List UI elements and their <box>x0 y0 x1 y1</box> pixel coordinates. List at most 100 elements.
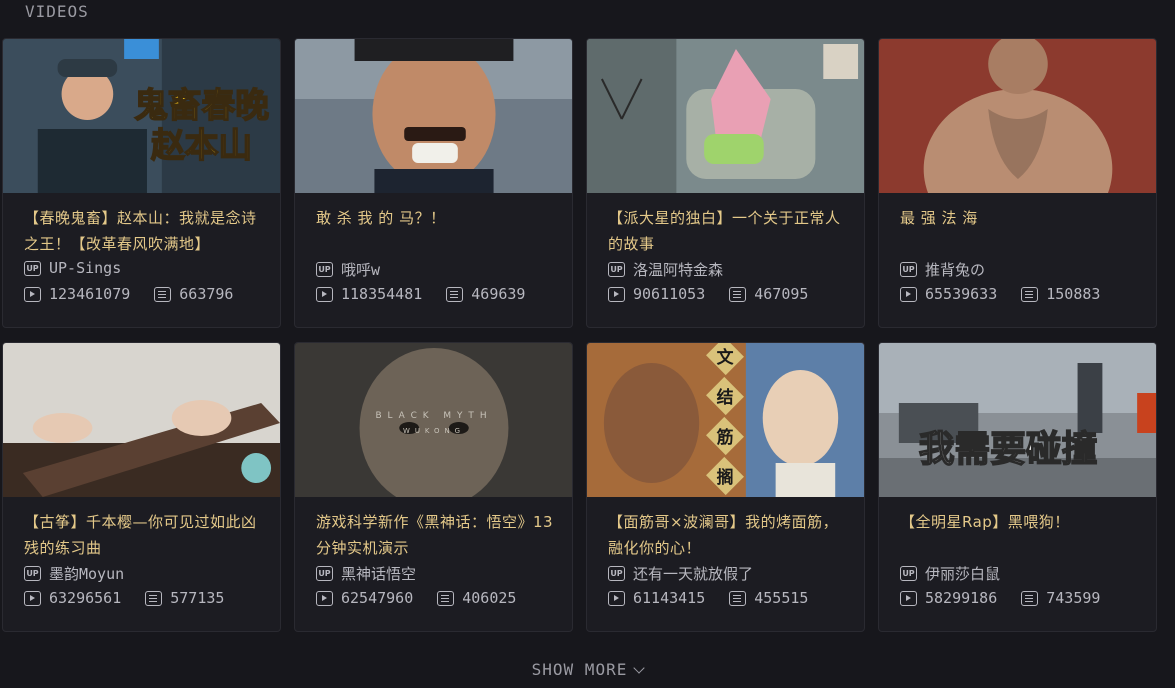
danmaku-count: 743599 <box>1046 589 1101 607</box>
video-stats: 61143415 455515 <box>608 589 808 607</box>
danmaku-icon <box>729 590 747 606</box>
uploader[interactable]: UP 哦呼w <box>316 259 380 280</box>
video-title[interactable]: 游戏科学新作《黑神话：悟空》13分钟实机演示 <box>316 509 556 561</box>
video-title[interactable]: 敢 杀 我 的 马？！ <box>316 205 556 231</box>
video-thumbnail[interactable] <box>879 39 1156 193</box>
video-title[interactable]: 【古筝】千本樱—你可见过如此凶残的练习曲 <box>24 509 264 561</box>
svg-text:WUKONG: WUKONG <box>403 427 465 435</box>
video-card[interactable]: 我需要碰撞 【全明星Rap】黑喂狗！ UP 伊丽莎白鼠 58299186 743… <box>878 342 1157 632</box>
video-stats: 62547960 406025 <box>316 589 516 607</box>
play-icon <box>316 590 333 606</box>
video-stats: 63296561 577135 <box>24 589 224 607</box>
play-count: 65539633 <box>925 285 998 303</box>
play-icon <box>608 590 625 606</box>
video-title[interactable]: 【派大星的独白】一个关于正常人的故事 <box>608 205 848 257</box>
danmaku-count: 150883 <box>1046 285 1101 303</box>
video-stats: 58299186 743599 <box>900 589 1100 607</box>
up-icon: UP <box>24 260 41 276</box>
video-thumbnail[interactable] <box>295 39 572 193</box>
up-icon: UP <box>316 262 333 277</box>
video-thumbnail[interactable]: BLACK MYTH WUKONG <box>295 343 572 497</box>
uploader[interactable]: UP 墨韵Moyun <box>24 563 124 584</box>
play-icon <box>900 590 917 606</box>
uploader[interactable]: UP 黑神话悟空 <box>316 563 416 584</box>
danmaku-icon <box>154 286 172 302</box>
video-thumbnail[interactable]: 我需要碰撞 <box>879 343 1156 497</box>
up-icon: UP <box>316 566 333 581</box>
uploader[interactable]: UP 伊丽莎白鼠 <box>900 563 1000 584</box>
video-thumbnail[interactable]: 鬼畜春晚 赵本山 <box>3 39 280 193</box>
play-count: 63296561 <box>49 589 122 607</box>
danmaku-count: 577135 <box>170 589 225 607</box>
danmaku-count: 455515 <box>754 589 809 607</box>
danmaku-count: 467095 <box>754 285 809 303</box>
svg-text:鬼畜春晚: 鬼畜春晚 <box>134 86 269 125</box>
video-grid: 鬼畜春晚 赵本山 【春晚鬼畜】赵本山：我就是念诗之王！【改革春风吹满地】 UP … <box>2 38 1157 632</box>
play-icon <box>24 590 41 606</box>
uploader-name[interactable]: 墨韵Moyun <box>49 563 124 584</box>
danmaku-icon <box>1021 590 1039 606</box>
video-title[interactable]: 【春晚鬼畜】赵本山：我就是念诗之王！【改革春风吹满地】 <box>24 205 264 257</box>
svg-text:筋: 筋 <box>716 427 734 447</box>
uploader-name[interactable]: 还有一天就放假了 <box>633 563 753 584</box>
danmaku-icon <box>729 286 747 302</box>
video-card[interactable]: 【派大星的独白】一个关于正常人的故事 UP 洛温阿特金森 90611053 46… <box>586 38 865 328</box>
play-count: 62547960 <box>341 589 414 607</box>
danmaku-icon <box>446 286 464 302</box>
video-thumbnail[interactable] <box>587 39 864 193</box>
video-title[interactable]: 【全明星Rap】黑喂狗！ <box>900 509 1140 535</box>
play-count: 58299186 <box>925 589 998 607</box>
danmaku-icon <box>437 590 455 606</box>
uploader-name[interactable]: 推背兔の <box>925 259 985 280</box>
uploader[interactable]: UP 洛温阿特金森 <box>608 259 723 280</box>
svg-text:文: 文 <box>717 347 735 367</box>
up-icon: UP <box>900 262 917 277</box>
section-title: VIDEOS <box>25 2 89 21</box>
video-stats: 118354481 469639 <box>316 285 525 303</box>
video-card[interactable]: 敢 杀 我 的 马？！ UP 哦呼w 118354481 469639 <box>294 38 573 328</box>
play-icon <box>24 286 41 302</box>
uploader[interactable]: UP 还有一天就放假了 <box>608 563 753 584</box>
play-count: 90611053 <box>633 285 706 303</box>
play-icon <box>900 286 917 302</box>
danmaku-count: 406025 <box>462 589 517 607</box>
uploader[interactable]: UP UP-Sings <box>24 259 121 277</box>
svg-text:搁: 搁 <box>717 467 734 487</box>
uploader-name[interactable]: UP-Sings <box>49 259 121 277</box>
video-thumbnail[interactable]: 文 结 筋 搁 <box>587 343 864 497</box>
uploader-name[interactable]: 伊丽莎白鼠 <box>925 563 1000 584</box>
danmaku-count: 663796 <box>179 285 234 303</box>
video-card[interactable]: 最 强 法 海 UP 推背兔の 65539633 150883 <box>878 38 1157 328</box>
play-count: 61143415 <box>633 589 706 607</box>
video-card[interactable]: 文 结 筋 搁 【面筋哥×波澜哥】我的烤面筋，融化你的心！ UP 还有一天就放假… <box>586 342 865 632</box>
uploader-name[interactable]: 哦呼w <box>341 259 380 280</box>
uploader-name[interactable]: 洛温阿特金森 <box>633 259 723 280</box>
chevron-down-icon <box>633 662 646 674</box>
video-title[interactable]: 最 强 法 海 <box>900 205 1140 231</box>
uploader[interactable]: UP 推背兔の <box>900 259 985 280</box>
show-more-label: SHOW MORE <box>531 660 628 679</box>
video-card[interactable]: 鬼畜春晚 赵本山 【春晚鬼畜】赵本山：我就是念诗之王！【改革春风吹满地】 UP … <box>2 38 281 328</box>
play-count: 123461079 <box>49 285 131 303</box>
video-card[interactable]: 【古筝】千本樱—你可见过如此凶残的练习曲 UP 墨韵Moyun 63296561… <box>2 342 281 632</box>
svg-text:赵本山: 赵本山 <box>151 126 252 165</box>
svg-text:结: 结 <box>717 387 734 407</box>
video-card[interactable]: BLACK MYTH WUKONG 游戏科学新作《黑神话：悟空》13分钟实机演示… <box>294 342 573 632</box>
danmaku-icon <box>145 590 163 606</box>
up-icon: UP <box>608 262 625 277</box>
up-icon: UP <box>608 566 625 581</box>
show-more-button[interactable]: SHOW MORE <box>0 660 1175 679</box>
video-stats: 123461079 663796 <box>24 285 233 303</box>
play-icon <box>608 286 625 302</box>
video-title[interactable]: 【面筋哥×波澜哥】我的烤面筋，融化你的心！ <box>608 509 848 561</box>
play-icon <box>316 286 333 302</box>
svg-text:我需要碰撞: 我需要碰撞 <box>919 429 1098 470</box>
video-stats: 90611053 467095 <box>608 285 808 303</box>
uploader-name[interactable]: 黑神话悟空 <box>341 563 416 584</box>
video-thumbnail[interactable] <box>3 343 280 497</box>
video-stats: 65539633 150883 <box>900 285 1100 303</box>
up-icon: UP <box>24 566 41 581</box>
danmaku-icon <box>1021 286 1039 302</box>
play-count: 118354481 <box>341 285 423 303</box>
up-icon: UP <box>900 566 917 581</box>
